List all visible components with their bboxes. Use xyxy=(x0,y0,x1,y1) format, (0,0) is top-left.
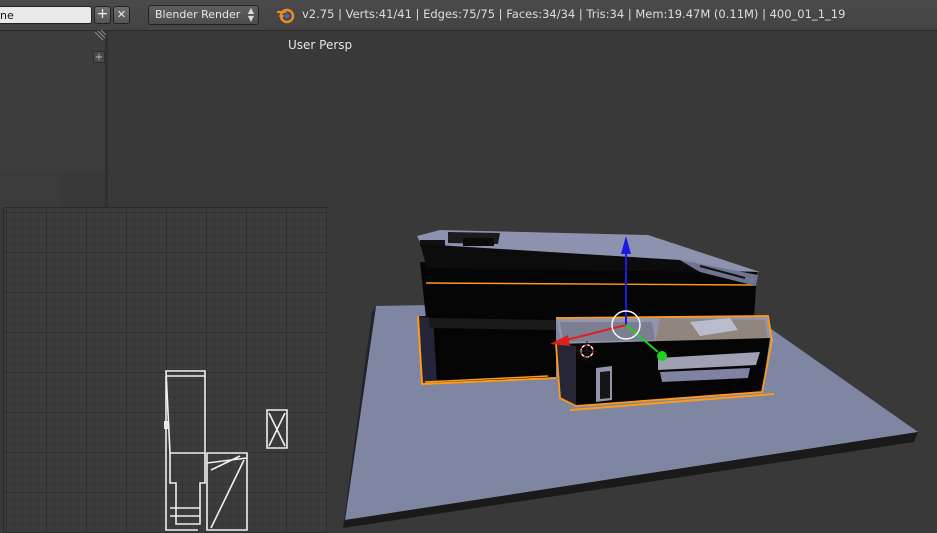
3d-viewport[interactable] xyxy=(0,0,937,532)
